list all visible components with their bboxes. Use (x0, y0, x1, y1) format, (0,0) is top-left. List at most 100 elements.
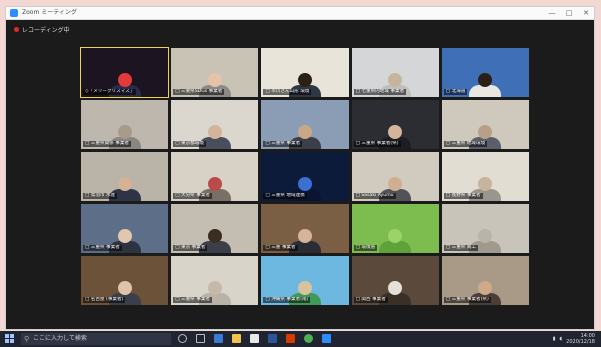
participant-video-tile[interactable]: □ 鳥羽市 水産 (81, 152, 169, 201)
participant-name: □ 大分県 事業者 (173, 193, 213, 199)
participant-head (117, 177, 132, 191)
participant-name: □ 三重県 地域連携 (263, 193, 307, 199)
participant-name: □ 東京都環境 (173, 141, 206, 147)
participant-video-tile[interactable]: □ 市川さん山形 環境 (261, 48, 349, 97)
window-title: Zoom ミーティング (22, 9, 77, 16)
powerpoint-icon[interactable] (286, 334, 295, 343)
record-dot-icon (14, 27, 19, 32)
zoom-taskbar-icon[interactable] (322, 334, 331, 343)
edge-icon[interactable] (214, 334, 223, 343)
store-icon[interactable] (250, 334, 259, 343)
recording-label: レコーディング中 (22, 27, 70, 34)
zoom-app-icon (10, 9, 18, 17)
participant-head (207, 229, 222, 243)
participant-name: □ 関西 事業者 (353, 297, 388, 303)
participant-video-tile[interactable]: □ 三重県 商工 (441, 204, 529, 253)
participant-head (388, 177, 403, 191)
task-view-icon[interactable] (196, 334, 205, 343)
file-explorer-icon[interactable] (232, 334, 241, 343)
participant-video-tile[interactable]: □ 環境省 (351, 204, 439, 253)
participant-video-tile[interactable]: □ 三重県 地域連携 (261, 152, 349, 201)
participant-video-tile[interactable]: □ Sasaki Ayumu (351, 152, 439, 201)
participant-name: □ 三重県 事業者 (173, 297, 213, 303)
recording-indicator: レコーディング中 (14, 25, 70, 34)
participant-name: □ 東京 事業者 (173, 245, 208, 251)
participant-video-tile[interactable]: □ 三重 事業者 (261, 204, 349, 253)
participant-video-tile[interactable]: □ 東京 事業者 (171, 204, 259, 253)
participant-video-tile[interactable]: □ 三重県関係 事業者 (81, 100, 169, 149)
participant-name: □ 七重県内地域 事業者 (353, 89, 407, 95)
participant-video-tile[interactable]: □ 大分県 事業者 (171, 152, 259, 201)
search-icon: ⚲ (24, 335, 30, 343)
participant-head (478, 177, 493, 191)
minimize-button[interactable]: — (544, 7, 560, 19)
participant-head (297, 73, 312, 87)
participant-video-tile[interactable]: □ 三重県 事業者 (171, 256, 259, 305)
participant-video-tile[interactable]: □ 東京都環境 (171, 100, 259, 149)
title-bar: Zoom ミーティング — □ ✕ (6, 7, 594, 20)
participant-name: □ 三重県 事業者(県) (443, 297, 491, 303)
participant-video (467, 73, 503, 97)
volume-icon[interactable]: ◖ (560, 336, 563, 342)
participant-name: □ 長野県 事業者 (443, 193, 483, 199)
participant-head (207, 73, 222, 87)
participant-video-tile[interactable]: □ 沖縄県 事業者(南) (261, 256, 349, 305)
participant-name: □ 三重県 事業者(県) (353, 141, 401, 147)
participant-video-tile[interactable]: □ 三重県 事業者 (261, 100, 349, 149)
participant-video-tile[interactable]: □ 三重県SDGs 事業者 (171, 48, 259, 97)
video-grid: ◇「メリークリスマス」 □ 三重県SDGs 事業者 □ 市川さん山形 環境 □ 七重県… (79, 47, 529, 305)
participant-video-tile[interactable]: □ 三重県 地域環境 (441, 100, 529, 149)
participant-video-tile[interactable]: □ 北海道 (441, 48, 529, 97)
participant-head (117, 281, 132, 295)
participant-video-tile[interactable]: □ 長野県 事業者 (441, 152, 529, 201)
search-placeholder: ここに入力して検索 (33, 335, 87, 342)
participant-name: □ 三重県関係 事業者 (83, 141, 132, 147)
participant-video-tile[interactable]: ◇「メリークリスマス」 (79, 47, 170, 98)
cortana-icon[interactable] (178, 334, 187, 343)
participant-video-tile[interactable]: □ 名古屋 (事業者) (81, 256, 169, 305)
participant-head (478, 229, 493, 243)
participant-head (478, 125, 493, 139)
participant-name: □ 市川さん山形 環境 (263, 89, 312, 95)
participant-video-tile[interactable]: □ 七重県内地域 事業者 (351, 48, 439, 97)
windows-start-icon[interactable] (5, 334, 15, 344)
participant-head (478, 281, 493, 295)
system-tray: ▮ ◖ 14:00 2020/12/18 (553, 331, 595, 347)
maximize-button[interactable]: □ (561, 7, 577, 19)
word-icon[interactable] (268, 334, 277, 343)
clock[interactable]: 14:00 2020/12/18 (566, 333, 595, 345)
participant-head (388, 281, 403, 295)
participant-head (297, 229, 312, 243)
participant-name: □ 三重県 地域環境 (443, 141, 488, 147)
participant-video-tile[interactable]: □ 三重県 事業者 (81, 204, 169, 253)
participant-name: □ 鳥羽市 水産 (83, 193, 118, 199)
participant-name: □ 名古屋 (事業者) (83, 297, 126, 303)
participant-head (388, 229, 403, 243)
zoom-window: Zoom ミーティング — □ ✕ レコーディング中 ◇「メリークリスマス」 □ … (5, 6, 595, 330)
participant-head (117, 229, 132, 243)
participant-name: □ Sasaki Ayumu (353, 193, 396, 199)
participant-head (297, 125, 312, 139)
participant-name: □ 三重県SDGs 事業者 (173, 89, 225, 95)
participant-head (207, 177, 222, 191)
participant-video-tile[interactable]: □ 三重県 事業者(県) (351, 100, 439, 149)
participant-name: □ 三重県 事業者 (263, 141, 303, 147)
participant-head (478, 73, 493, 87)
participant-name: □ 三重県 商工 (443, 245, 479, 251)
participant-name: □ 三重県 事業者 (83, 245, 122, 251)
close-button[interactable]: ✕ (578, 7, 594, 19)
participant-head (297, 281, 312, 295)
participant-video (377, 229, 413, 253)
participant-name: □ 北海道 (443, 89, 468, 95)
participant-head (388, 125, 403, 139)
participant-name: ◇「メリークリスマス」 (83, 89, 137, 95)
taskbar-search-box[interactable]: ⚲ ここに入力して検索 (21, 333, 171, 345)
network-icon[interactable]: ▮ (553, 336, 556, 342)
participant-video-tile[interactable]: □ 三重県 事業者(県) (441, 256, 529, 305)
participant-head (117, 125, 132, 139)
chrome-icon[interactable] (304, 334, 313, 343)
participant-name: □ 沖縄県 事業者(南) (263, 297, 311, 303)
participant-name: □ 三重 事業者 (263, 245, 298, 251)
participant-video-tile[interactable]: □ 関西 事業者 (351, 256, 439, 305)
clock-date: 2020/12/18 (566, 339, 595, 345)
